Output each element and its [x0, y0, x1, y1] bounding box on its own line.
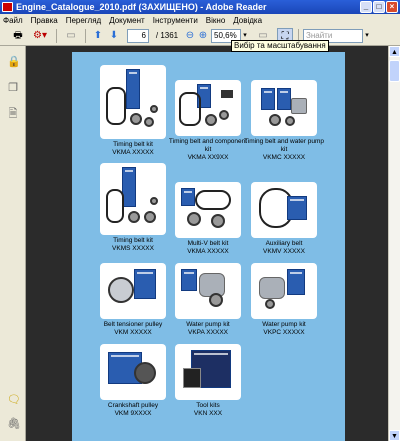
product-code: VKMA XXXXX [187, 248, 229, 255]
vertical-scrollbar[interactable]: ▲ ▼ [388, 46, 400, 441]
product-code: VKPC XXXXX [263, 329, 305, 336]
minimize-button[interactable]: _ [360, 1, 372, 13]
product-name: Multi-V belt kit [187, 240, 229, 247]
menu-view[interactable]: Перегляд [66, 16, 102, 25]
timing-belt-kit-vkms-image [100, 163, 166, 235]
timing-belt-water-pump-kit-image [251, 80, 317, 136]
product-name: Crankshaft pulley [107, 402, 159, 409]
lock-icon[interactable]: 🔒 [7, 56, 21, 68]
scroll-down-icon[interactable]: ▼ [389, 430, 400, 441]
catalog-item[interactable]: Timing belt and water pump kit VKMC XXXXX [244, 80, 324, 162]
auxiliary-belt-image [251, 182, 317, 238]
product-name: Timing belt kit [113, 141, 153, 148]
document-area[interactable]: Timing belt kit VKMA XXXXX Timing belt an… [26, 46, 388, 441]
menu-window[interactable]: Вікно [206, 16, 225, 25]
comments-icon[interactable]: 🗨 [7, 394, 21, 406]
scroll-thumb[interactable] [389, 60, 400, 82]
product-name: Belt tensioner pulley [103, 321, 163, 328]
title-bar: Engine_Catalogue_2010.pdf (ЗАХИЩЕНО) - A… [0, 0, 400, 14]
previous-page-icon[interactable]: ⬆ [91, 28, 105, 44]
adobe-reader-icon [2, 2, 13, 12]
water-pump-kit-vkpa-image [175, 263, 241, 319]
catalog-item[interactable]: Belt tensioner pulley VKM XXXXX [93, 263, 173, 337]
product-code: VKN XXX [193, 410, 223, 417]
tool-kits-image [175, 344, 241, 400]
page-total: / 1361 [155, 31, 179, 40]
timing-belt-component-kit-image [175, 80, 241, 136]
catalog-page: Timing belt kit VKMA XXXXX Timing belt an… [72, 52, 345, 441]
menu-file[interactable]: Файл [3, 16, 23, 25]
product-name: Timing belt kit [113, 237, 153, 244]
timing-belt-kit-image [100, 65, 166, 139]
catalog-item[interactable]: Timing belt and component kit VKMA XX9XX [168, 80, 248, 162]
attachments-icon[interactable]: 🖇 [7, 418, 21, 430]
navigation-pane: 🔒 ❐ 🗎 🗨 🖇 [0, 46, 26, 441]
catalog-item[interactable]: Timing belt kit VKMA XXXXX [93, 65, 173, 157]
product-name: Water pump kit [262, 321, 306, 328]
collaborate-icon[interactable]: ⚙▾ [31, 28, 49, 44]
product-code: VKMS XXXXX [112, 245, 154, 252]
product-name: Auxiliary belt [265, 240, 303, 247]
product-code: VKMV XXXXX [263, 248, 305, 255]
maximize-button[interactable]: □ [373, 1, 385, 13]
zoom-out-icon[interactable]: ⊖ [184, 28, 196, 44]
pages-icon[interactable]: ❐ [7, 82, 19, 94]
page-number-input[interactable]: 6 [127, 29, 149, 43]
search-dropdown-icon[interactable]: ▾ [363, 28, 371, 44]
product-code: VKPA XXXXX [188, 329, 228, 336]
menu-edit[interactable]: Правка [31, 16, 58, 25]
window-title: Engine_Catalogue_2010.pdf (ЗАХИЩЕНО) - A… [16, 2, 267, 12]
catalog-item[interactable]: Water pump kit VKPC XXXXX [244, 263, 324, 337]
catalog-item[interactable]: Crankshaft pulley VKM 9XXXX [93, 344, 173, 418]
product-code: VKMA XXXXX [112, 149, 154, 156]
catalog-item[interactable]: Tool kits VKN XXX [168, 344, 248, 418]
comment-icon[interactable]: ▭ [63, 28, 79, 44]
catalog-item[interactable]: Auxiliary belt VKMV XXXXX [244, 182, 324, 256]
belt-tensioner-pulley-image [100, 263, 166, 319]
product-name: Timing belt and component kit [168, 138, 248, 153]
next-page-icon[interactable]: ⬇ [107, 28, 121, 44]
scroll-up-icon[interactable]: ▲ [389, 46, 400, 57]
multi-v-belt-kit-image [175, 182, 241, 238]
product-name: Timing belt and water pump kit [244, 138, 324, 153]
bookmarks-icon[interactable]: 🗎 [7, 108, 19, 120]
print-icon[interactable]: 🖶 [10, 28, 26, 44]
menu-help[interactable]: Довідка [233, 16, 262, 25]
product-code: VKMA XX9XX [187, 154, 229, 161]
product-code: VKM 9XXXX [114, 410, 152, 417]
catalog-item[interactable]: Timing belt kit VKMS XXXXX [93, 163, 173, 253]
crankshaft-pulley-image [100, 344, 166, 400]
toolbar: 🖶 ⚙▾ ▭ ⬆ ⬇ 6 / 1361 ⊖ ⊕ 50,6% ▾ ▭ ⛶ Знай… [0, 26, 400, 46]
water-pump-kit-vkpc-image [251, 263, 317, 319]
menu-tools[interactable]: Інструменти [153, 16, 198, 25]
product-code: VKM XXXXX [114, 329, 152, 336]
zoom-in-icon[interactable]: ⊕ [197, 28, 209, 44]
tooltip: Вибір та масштабування [231, 40, 329, 52]
product-code: VKMC XXXXX [262, 154, 306, 161]
product-name: Tool kits [196, 402, 220, 409]
close-button[interactable]: × [386, 1, 398, 13]
catalog-item[interactable]: Water pump kit VKPA XXXXX [168, 263, 248, 337]
menu-bar: Файл Правка Перегляд Документ Інструмент… [0, 14, 400, 26]
catalog-item[interactable]: Multi-V belt kit VKMA XXXXX [168, 182, 248, 256]
product-name: Water pump kit [186, 321, 230, 328]
menu-document[interactable]: Документ [109, 16, 145, 25]
